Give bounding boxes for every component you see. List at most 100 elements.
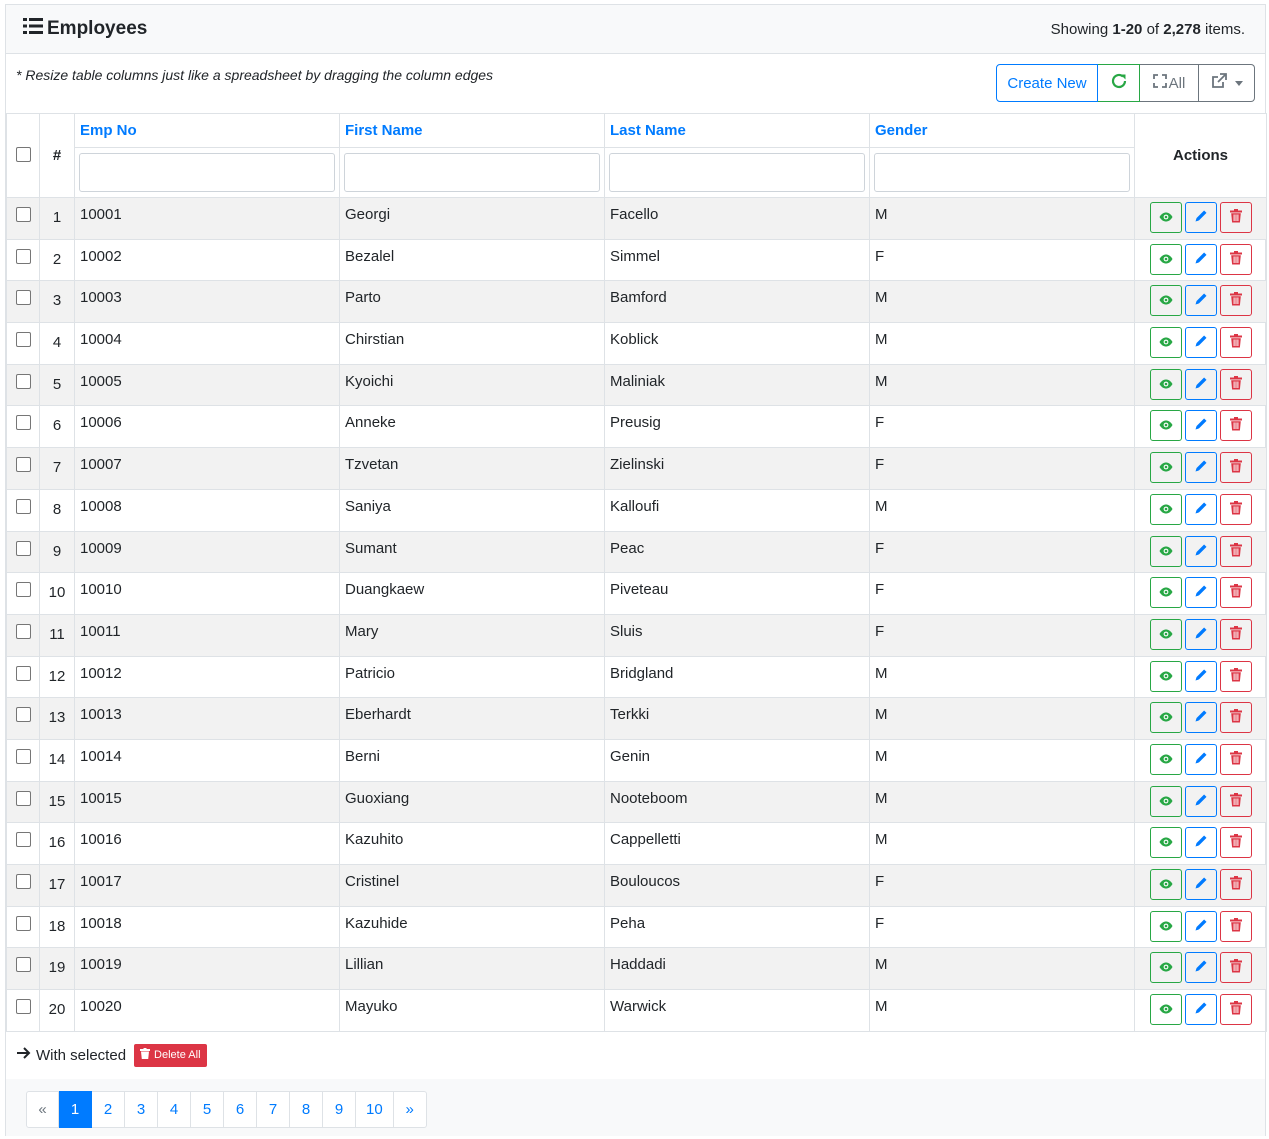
- delete-button[interactable]: [1219, 368, 1252, 400]
- row-checkbox[interactable]: [15, 707, 31, 723]
- filter-input-emp-no[interactable]: [79, 153, 335, 192]
- pagination-page-8[interactable]: 8: [290, 1091, 323, 1128]
- delete-button[interactable]: [1219, 243, 1252, 275]
- edit-button[interactable]: [1184, 743, 1217, 775]
- view-button[interactable]: [1149, 952, 1182, 984]
- view-button[interactable]: [1149, 743, 1182, 775]
- row-checkbox[interactable]: [15, 457, 31, 473]
- edit-button[interactable]: [1184, 827, 1217, 859]
- view-button[interactable]: [1149, 368, 1182, 400]
- view-button[interactable]: [1149, 452, 1182, 484]
- delete-button[interactable]: [1219, 618, 1252, 650]
- delete-button[interactable]: [1219, 952, 1252, 984]
- row-checkbox[interactable]: [15, 540, 31, 556]
- select-all-checkbox[interactable]: [15, 147, 31, 162]
- view-button[interactable]: [1149, 493, 1182, 525]
- pagination-page-1[interactable]: 1: [59, 1091, 92, 1128]
- column-header-last-name[interactable]: Last Name: [604, 113, 870, 148]
- row-checkbox[interactable]: [15, 207, 31, 222]
- delete-button[interactable]: [1219, 493, 1252, 525]
- filter-input-last-name[interactable]: [609, 153, 865, 192]
- row-checkbox[interactable]: [15, 290, 31, 306]
- view-button[interactable]: [1149, 327, 1182, 359]
- edit-button[interactable]: [1184, 327, 1217, 359]
- delete-button[interactable]: [1219, 577, 1252, 609]
- view-button[interactable]: [1149, 994, 1182, 1026]
- edit-button[interactable]: [1184, 202, 1217, 233]
- filter-input-first-name[interactable]: [344, 153, 600, 192]
- delete-button[interactable]: [1219, 327, 1252, 359]
- edit-button[interactable]: [1184, 452, 1217, 484]
- filter-input-gender[interactable]: [874, 153, 1130, 192]
- row-checkbox[interactable]: [15, 373, 31, 389]
- row-checkbox[interactable]: [15, 498, 31, 514]
- pagination-page-4[interactable]: 4: [158, 1091, 191, 1128]
- pagination-page-2[interactable]: 2: [92, 1091, 125, 1128]
- view-button[interactable]: [1149, 285, 1182, 317]
- delete-button[interactable]: [1219, 994, 1252, 1026]
- row-checkbox[interactable]: [15, 790, 31, 806]
- edit-button[interactable]: [1184, 994, 1217, 1026]
- row-checkbox[interactable]: [15, 832, 31, 848]
- delete-all-button[interactable]: Delete All: [134, 1043, 207, 1067]
- view-button[interactable]: [1149, 243, 1182, 275]
- row-checkbox[interactable]: [15, 748, 31, 764]
- delete-button[interactable]: [1219, 202, 1252, 233]
- view-button[interactable]: [1149, 869, 1182, 900]
- export-dropdown-button[interactable]: [1199, 64, 1255, 102]
- row-checkbox[interactable]: [15, 957, 31, 973]
- edit-button[interactable]: [1184, 577, 1217, 609]
- pagination-page-5[interactable]: 5: [191, 1091, 224, 1128]
- edit-button[interactable]: [1184, 785, 1217, 817]
- view-button[interactable]: [1149, 785, 1182, 817]
- column-header-emp-no[interactable]: Emp No: [74, 113, 340, 148]
- edit-button[interactable]: [1184, 410, 1217, 442]
- view-button[interactable]: [1149, 410, 1182, 442]
- show-all-button[interactable]: All: [1140, 64, 1199, 102]
- edit-button[interactable]: [1184, 702, 1217, 734]
- row-checkbox[interactable]: [15, 915, 31, 931]
- create-new-button[interactable]: Create New: [996, 64, 1098, 102]
- pagination-prev[interactable]: «: [26, 1091, 59, 1128]
- pagination-page-6[interactable]: 6: [224, 1091, 257, 1128]
- edit-button[interactable]: [1184, 869, 1217, 900]
- edit-button[interactable]: [1184, 618, 1217, 650]
- delete-button[interactable]: [1219, 910, 1252, 942]
- row-checkbox[interactable]: [15, 623, 31, 639]
- delete-button[interactable]: [1219, 452, 1252, 484]
- edit-button[interactable]: [1184, 952, 1217, 984]
- column-header-first-name[interactable]: First Name: [339, 113, 605, 148]
- row-checkbox[interactable]: [15, 248, 31, 264]
- view-button[interactable]: [1149, 202, 1182, 233]
- view-button[interactable]: [1149, 618, 1182, 650]
- delete-button[interactable]: [1219, 285, 1252, 317]
- edit-button[interactable]: [1184, 910, 1217, 942]
- view-button[interactable]: [1149, 535, 1182, 567]
- row-checkbox[interactable]: [15, 665, 31, 681]
- view-button[interactable]: [1149, 577, 1182, 609]
- pagination-page-3[interactable]: 3: [125, 1091, 158, 1128]
- refresh-button[interactable]: [1098, 64, 1140, 102]
- delete-button[interactable]: [1219, 660, 1252, 692]
- view-button[interactable]: [1149, 910, 1182, 942]
- row-checkbox[interactable]: [15, 332, 31, 348]
- delete-button[interactable]: [1219, 785, 1252, 817]
- row-checkbox[interactable]: [15, 582, 31, 598]
- edit-button[interactable]: [1184, 368, 1217, 400]
- delete-button[interactable]: [1219, 827, 1252, 859]
- edit-button[interactable]: [1184, 285, 1217, 317]
- view-button[interactable]: [1149, 827, 1182, 859]
- delete-button[interactable]: [1219, 702, 1252, 734]
- row-checkbox[interactable]: [15, 874, 31, 889]
- delete-button[interactable]: [1219, 535, 1252, 567]
- view-button[interactable]: [1149, 660, 1182, 692]
- row-checkbox[interactable]: [15, 999, 31, 1015]
- column-header-gender[interactable]: Gender: [869, 113, 1135, 148]
- edit-button[interactable]: [1184, 535, 1217, 567]
- pagination-page-10[interactable]: 10: [356, 1091, 394, 1128]
- edit-button[interactable]: [1184, 243, 1217, 275]
- edit-button[interactable]: [1184, 493, 1217, 525]
- delete-button[interactable]: [1219, 743, 1252, 775]
- pagination-page-9[interactable]: 9: [323, 1091, 356, 1128]
- edit-button[interactable]: [1184, 660, 1217, 692]
